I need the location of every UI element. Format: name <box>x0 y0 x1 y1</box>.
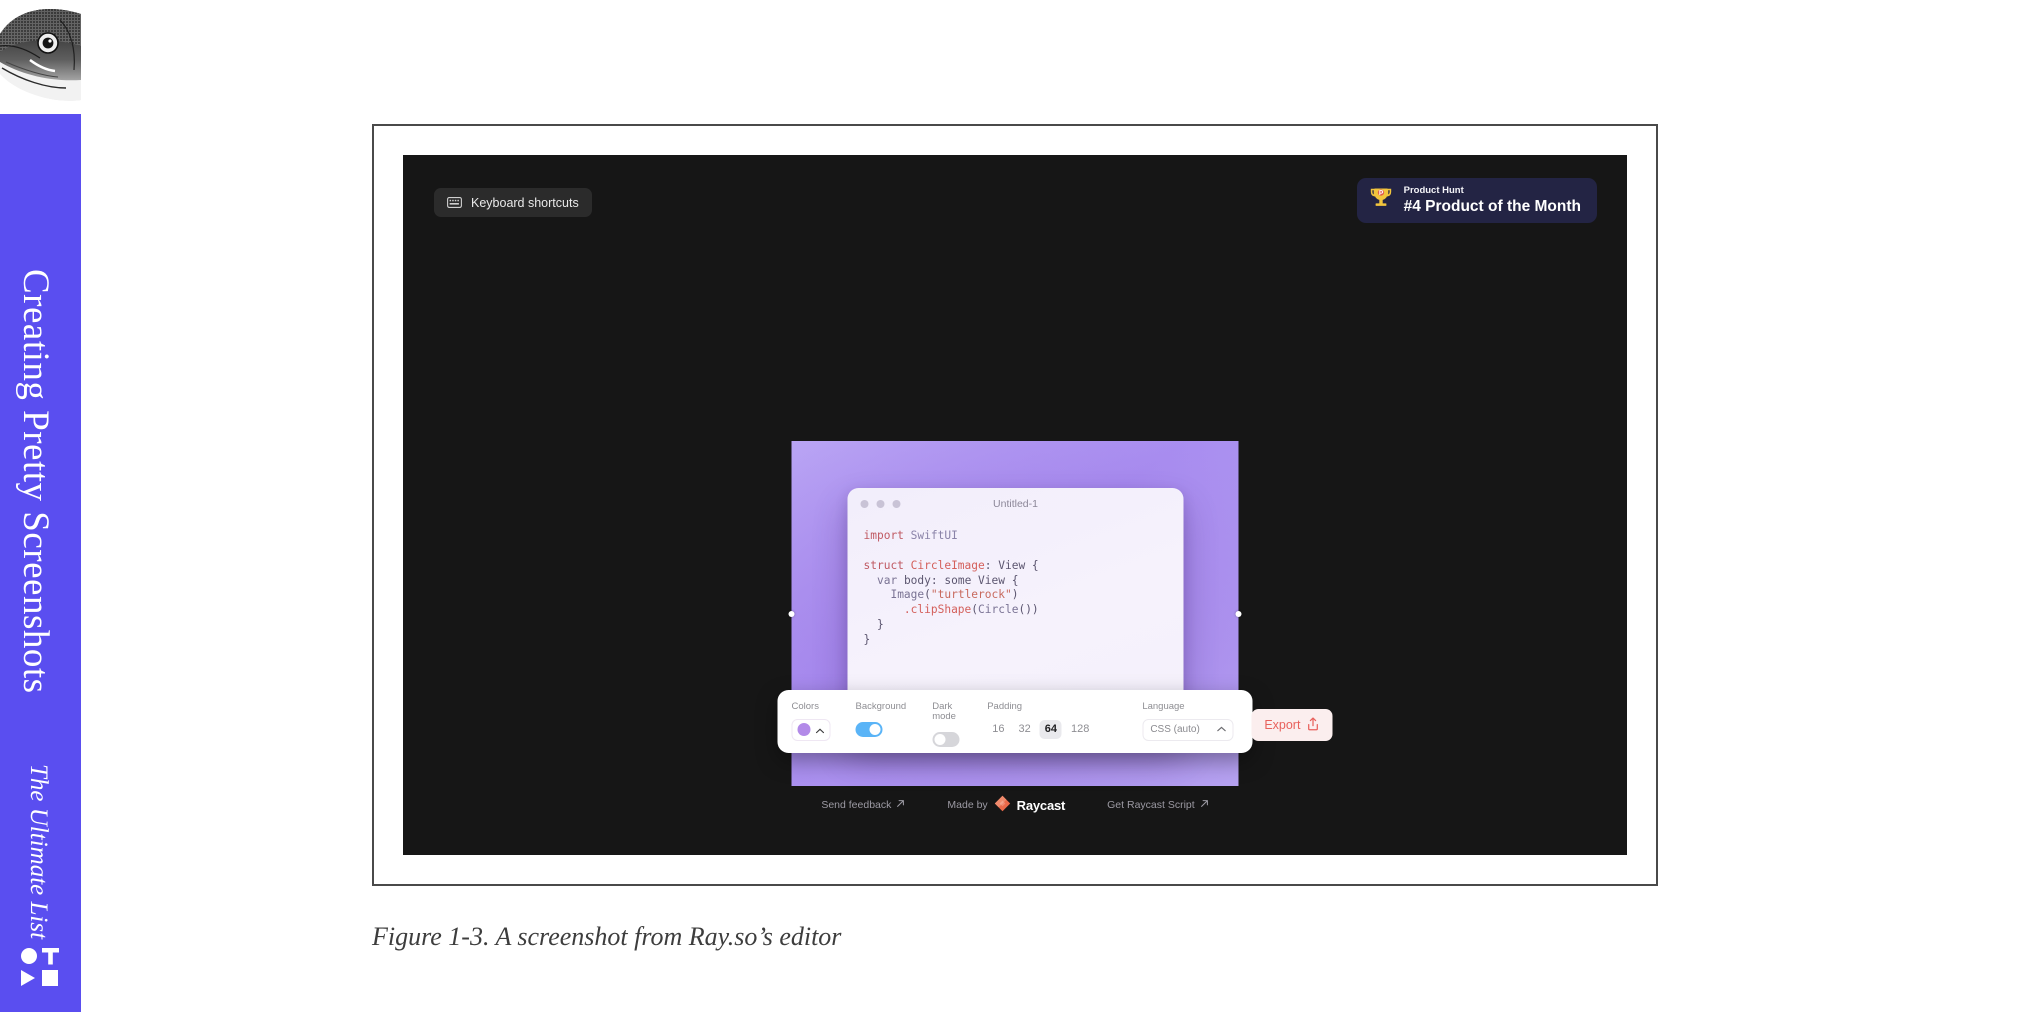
code-token: View <box>998 558 1026 572</box>
code-token: .clipShape <box>903 603 972 617</box>
made-by-raycast[interactable]: Made by Raycast <box>947 795 1065 815</box>
raycast-logo-icon <box>994 795 1011 815</box>
padding-option-16[interactable]: 16 <box>987 720 1009 739</box>
code-token: CircleImage <box>910 558 985 572</box>
code-token: body: <box>897 573 945 587</box>
external-link-arrow-icon <box>896 799 905 811</box>
book-title: Creating Pretty Screenshots <box>15 269 56 694</box>
made-by-label: Made by <box>947 799 988 811</box>
padding-control: Padding 16 32 64 128 <box>987 702 1094 741</box>
code-line: } <box>864 618 1184 633</box>
fish-head-engraving-icon <box>0 0 81 114</box>
book-spine-band: Creating Pretty Screenshots The Ultimate… <box>0 114 81 1012</box>
share-icon <box>1306 716 1319 734</box>
code-line: Image("turtlerock") <box>864 588 1184 603</box>
code-token: ( <box>971 603 979 617</box>
product-hunt-label: Product Hunt <box>1403 184 1464 196</box>
padding-option-64[interactable]: 64 <box>1039 720 1062 739</box>
padding-option-32[interactable]: 32 <box>1013 720 1035 739</box>
export-label: Export <box>1264 718 1301 732</box>
background-toggle[interactable] <box>855 722 883 737</box>
code-token: Circle <box>978 603 1019 617</box>
code-editor-content[interactable]: import SwiftUI struct CircleImage: View … <box>848 520 1184 648</box>
language-label: Language <box>1142 701 1185 712</box>
padding-options: 16 32 64 128 <box>987 720 1094 739</box>
code-token: { <box>1025 558 1039 572</box>
product-hunt-rank: #4 Product of the Month <box>1403 197 1581 215</box>
code-token: : <box>984 558 999 572</box>
background-label: Background <box>855 701 907 712</box>
color-swatch <box>797 723 811 736</box>
book-spine-sidebar: Creating Pretty Screenshots The Ultimate… <box>0 0 81 1012</box>
editor-toolbar: Colors Background Dark mode Padding 16 3… <box>777 690 1333 753</box>
trophy-icon <box>1368 185 1394 216</box>
figure-caption: Figure 1-3. A screenshot from Ray.so’s e… <box>372 922 842 951</box>
resize-handle-right[interactable] <box>1235 610 1242 617</box>
publisher-shapes-logo-icon <box>20 946 62 988</box>
code-token: "turtlerock" <box>930 588 1012 602</box>
code-token: SwiftUI <box>910 529 958 542</box>
close-dot-icon <box>860 500 869 508</box>
rayso-editor-app: Keyboard shortcuts Product Hunt #4 Produ… <box>403 155 1627 855</box>
code-token: Image <box>890 588 925 602</box>
code-token: var <box>876 573 898 587</box>
code-token: } <box>863 618 884 632</box>
dark-mode-control: Dark mode <box>932 701 960 750</box>
export-button[interactable]: Export <box>1251 709 1333 741</box>
dark-mode-toggle[interactable] <box>932 731 960 747</box>
keyboard-icon <box>447 197 462 208</box>
keyboard-shortcuts-button[interactable]: Keyboard shortcuts <box>434 188 592 217</box>
chevron-up-icon <box>1216 724 1226 735</box>
get-raycast-script-link[interactable]: Get Raycast Script <box>1107 799 1209 811</box>
send-feedback-link[interactable]: Send feedback <box>821 799 905 811</box>
code-token: import <box>863 529 911 542</box>
language-select[interactable]: CSS (auto) <box>1142 718 1234 741</box>
resize-handle-left[interactable] <box>788 610 795 617</box>
dark-mode-label: Dark mode <box>932 701 956 722</box>
padding-option-128[interactable]: 128 <box>1066 720 1094 739</box>
colors-control: Colors <box>791 701 831 741</box>
code-token: some <box>944 573 972 587</box>
traffic-light-dots <box>860 500 901 508</box>
code-line: .clipShape(Circle()) <box>864 603 1184 618</box>
padding-label: Padding <box>987 701 1023 712</box>
app-footer: Send feedback Made by Raycast Get Raycas… <box>403 795 1627 815</box>
colors-label: Colors <box>791 701 819 712</box>
code-token: View { <box>971 573 1019 587</box>
language-value: CSS (auto) <box>1150 724 1200 735</box>
code-token: ()) <box>1018 603 1039 617</box>
chevron-up-icon <box>815 721 825 739</box>
code-line: var body: some View { <box>864 574 1184 589</box>
raycast-wordmark: Raycast <box>1016 797 1066 813</box>
background-control: Background <box>855 701 907 741</box>
book-subtitle: The Ultimate List <box>25 764 52 940</box>
get-script-label: Get Raycast Script <box>1107 799 1195 811</box>
language-control: Language CSS (auto) <box>1142 701 1234 741</box>
color-picker-button[interactable] <box>791 718 831 741</box>
code-token: ) <box>1011 588 1019 602</box>
product-hunt-badge[interactable]: Product Hunt #4 Product of the Month <box>1356 178 1597 223</box>
code-line: } <box>864 633 1184 648</box>
send-feedback-label: Send feedback <box>821 799 892 811</box>
code-line: import SwiftUI <box>864 529 1184 544</box>
code-window-titlebar: Untitled-1 <box>848 488 1184 520</box>
keyboard-shortcuts-label: Keyboard shortcuts <box>471 195 579 210</box>
code-token: } <box>863 632 871 646</box>
code-line: struct CircleImage: View { <box>864 559 1184 574</box>
external-link-arrow-icon <box>1200 799 1209 811</box>
code-token: struct <box>863 558 911 572</box>
minimize-dot-icon <box>876 500 885 508</box>
maximize-dot-icon <box>892 500 901 508</box>
